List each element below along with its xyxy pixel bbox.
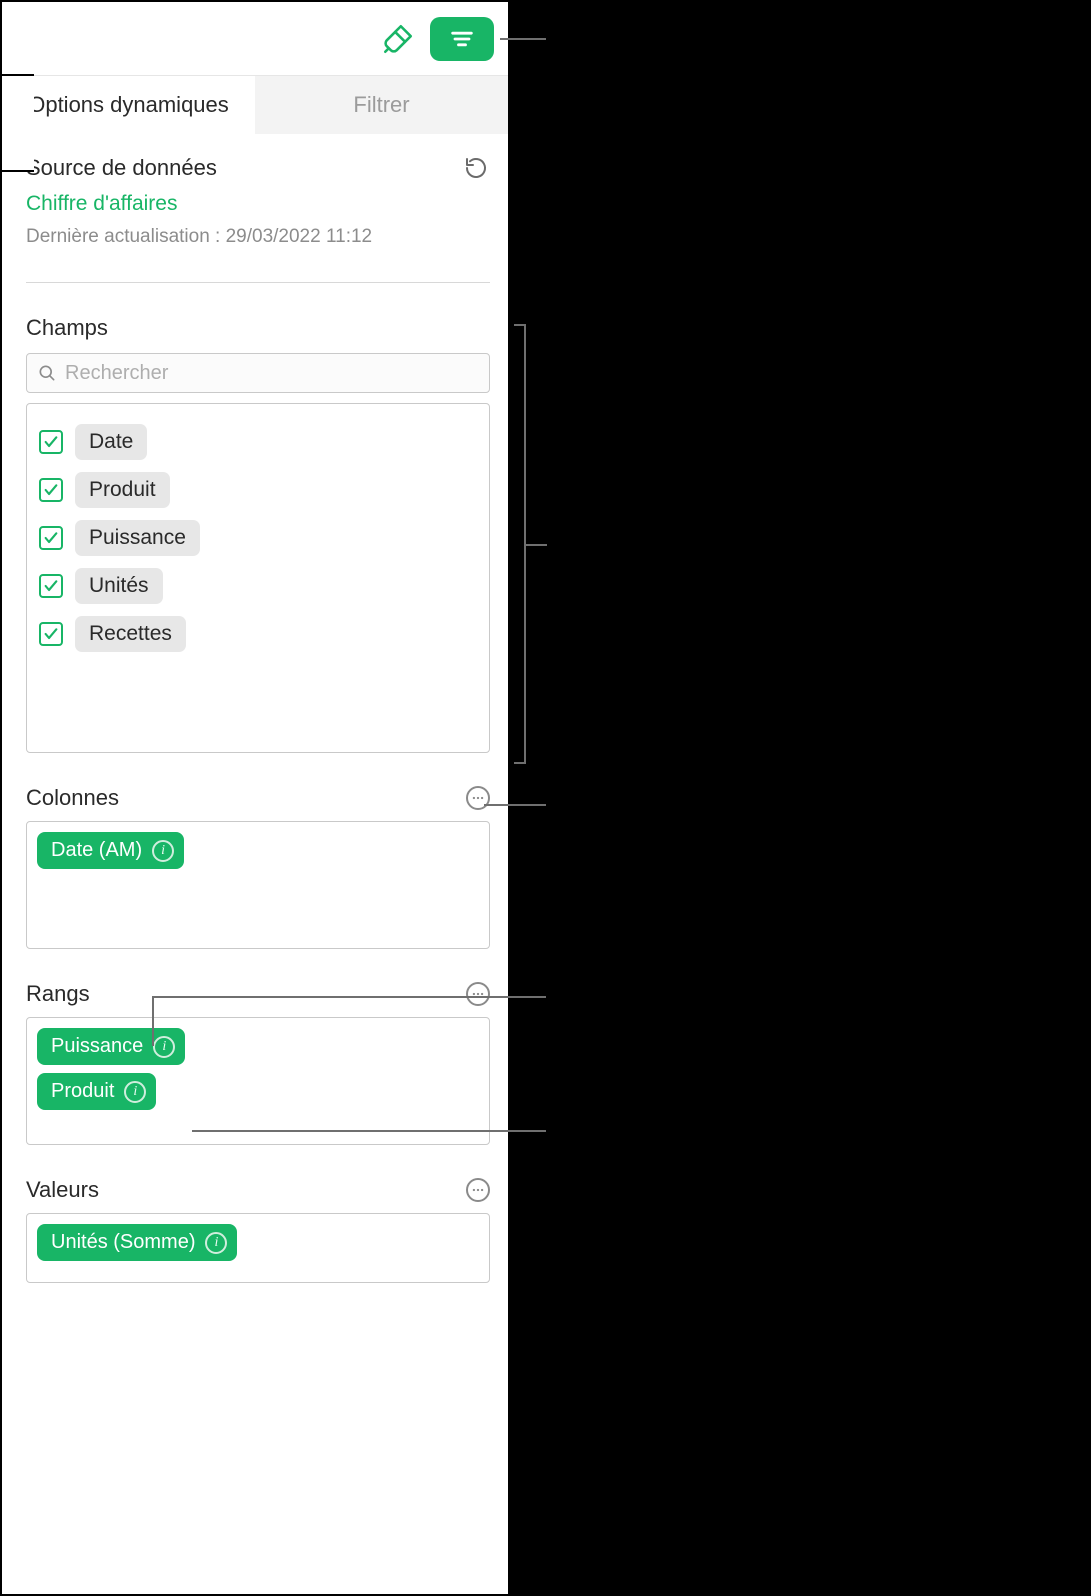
fields-list: Date Produit Puissance Unités Recettes (26, 403, 490, 753)
field-row: Unités (39, 562, 477, 610)
callout-line (525, 544, 547, 546)
field-checkbox[interactable] (39, 430, 63, 454)
tab-bar: Options dynamiques Filtrer (2, 76, 508, 134)
tab-filtrer[interactable]: Filtrer (255, 76, 508, 134)
field-checkbox[interactable] (39, 574, 63, 598)
callout-line (500, 38, 546, 40)
field-row: Date (39, 418, 477, 466)
field-chip-produit[interactable]: Produit (75, 472, 170, 508)
field-chip-puissance[interactable]: Puissance (75, 520, 200, 556)
field-checkbox[interactable] (39, 622, 63, 646)
datasource-updated: Dernière actualisation : 29/03/2022 11:1… (26, 226, 490, 248)
chip-label: Unités (Somme) (51, 1231, 195, 1254)
chip-label: Produit (51, 1080, 114, 1103)
field-row: Puissance (39, 514, 477, 562)
datasource-link[interactable]: Chiffre d'affaires (26, 192, 490, 216)
chip-info-icon[interactable]: i (124, 1081, 146, 1103)
columns-title: Colonnes (26, 785, 119, 811)
values-title: Valeurs (26, 1177, 99, 1203)
row-chip-puissance[interactable]: Puissance i (37, 1028, 185, 1065)
fields-search[interactable] (26, 353, 490, 393)
rows-title: Rangs (26, 981, 90, 1007)
chip-info-icon[interactable]: i (205, 1232, 227, 1254)
callout-line (484, 804, 546, 806)
rows-zone[interactable]: Puissance i Produit i (26, 1017, 490, 1145)
inspector-panel: Options dynamiques Filtrer Source de don… (0, 0, 510, 1596)
values-more-button[interactable] (466, 1178, 490, 1202)
value-chip-unites[interactable]: Unités (Somme) i (37, 1224, 237, 1261)
columns-more-button[interactable] (466, 786, 490, 810)
refresh-button[interactable] (462, 154, 490, 182)
divider (26, 282, 490, 283)
columns-zone[interactable]: Date (AM) i (26, 821, 490, 949)
column-chip-date[interactable]: Date (AM) i (37, 832, 184, 869)
rows-more-button[interactable] (466, 982, 490, 1006)
format-brush-button[interactable] (376, 17, 420, 61)
field-chip-unites[interactable]: Unités (75, 568, 163, 604)
values-zone[interactable]: Unités (Somme) i (26, 1213, 490, 1283)
field-row: Recettes (39, 610, 477, 658)
datasource-title: Source de données (26, 155, 217, 181)
field-row: Produit (39, 466, 477, 514)
chip-info-icon[interactable]: i (152, 840, 174, 862)
field-checkbox[interactable] (39, 478, 63, 502)
callout-line (152, 996, 154, 1046)
field-chip-recettes[interactable]: Recettes (75, 616, 186, 652)
fields-search-input[interactable] (65, 362, 479, 385)
chip-label: Puissance (51, 1035, 143, 1058)
callout-line (152, 996, 546, 998)
pivot-options-button[interactable] (430, 17, 494, 61)
field-checkbox[interactable] (39, 526, 63, 550)
top-toolbar (2, 2, 508, 76)
field-chip-date[interactable]: Date (75, 424, 147, 460)
chip-label: Date (AM) (51, 839, 142, 862)
chip-info-icon[interactable]: i (153, 1036, 175, 1058)
search-icon (37, 363, 57, 383)
row-chip-produit[interactable]: Produit i (37, 1073, 156, 1110)
tab-options-dynamiques[interactable]: Options dynamiques (2, 76, 255, 134)
left-strip (0, 74, 34, 172)
fields-title: Champs (26, 315, 108, 341)
callout-line (192, 1130, 546, 1132)
